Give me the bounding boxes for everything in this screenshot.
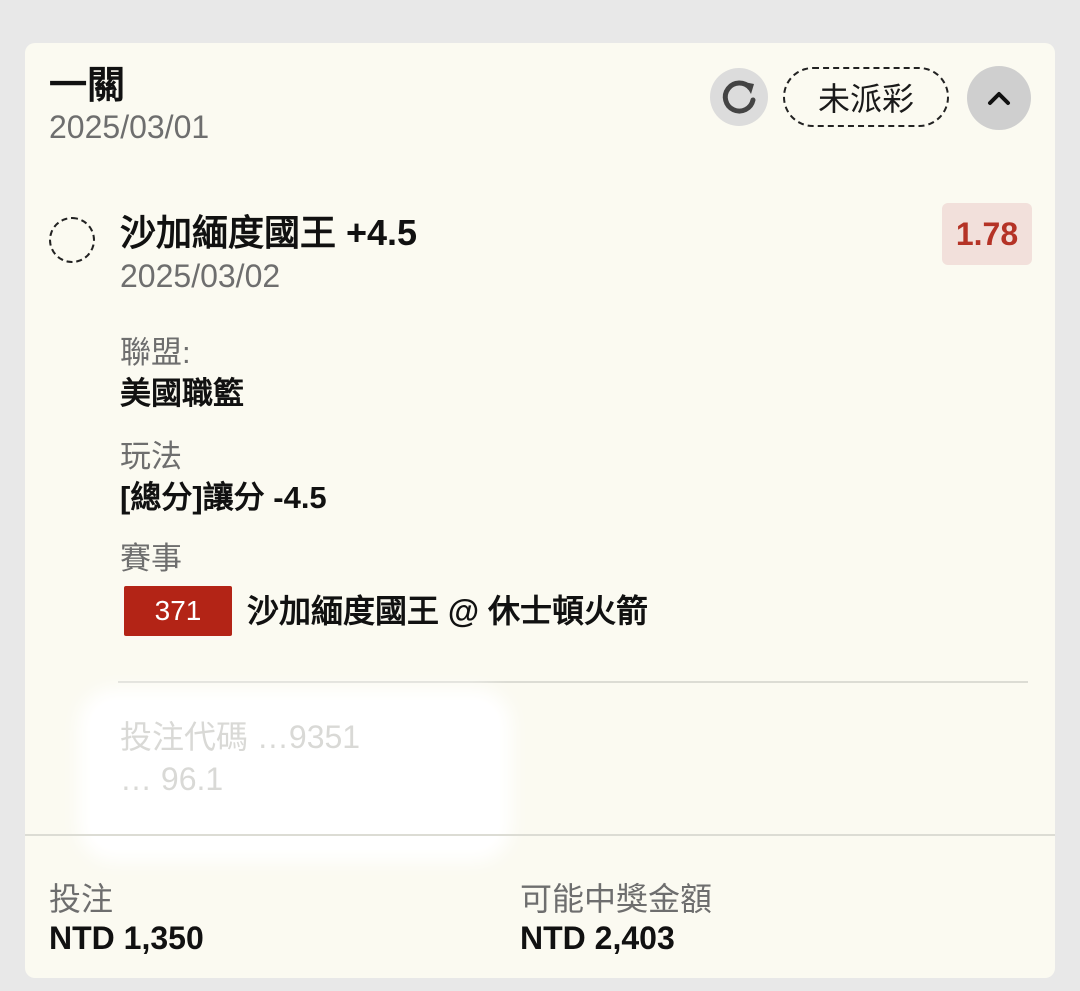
bet-type-title: 一關 <box>49 65 126 107</box>
selection-status-circle <box>49 217 95 263</box>
match-number-badge: 371 <box>124 586 232 636</box>
odds-badge: 1.78 <box>942 203 1032 265</box>
play-value: [總分]讓分 -4.5 <box>120 480 327 515</box>
selection-name: 沙加緬度國王 +4.5 <box>120 212 418 253</box>
event-label: 賽事 <box>120 541 182 576</box>
redacted-info: 投注代碼 …9351 … 96.1 <box>90 700 500 850</box>
league-label: 聯盟: <box>120 335 191 370</box>
bet-slip-card: 一關 2025/03/01 未派彩 沙加緬度國王 +4.5 2025/03/02… <box>25 43 1055 978</box>
stake-value: NTD 1,350 <box>49 920 204 956</box>
redacted-line-1: 投注代碼 …9351 <box>120 719 361 755</box>
payout-label: 可能中獎金額 <box>520 881 713 917</box>
collapse-button[interactable] <box>967 66 1031 130</box>
refresh-button[interactable] <box>710 68 768 126</box>
redacted-line-2: … 96.1 <box>120 761 224 797</box>
match-name: 沙加緬度國王 @ 休士頓火箭 <box>247 593 648 629</box>
footer-divider <box>25 834 1055 836</box>
payout-value: NTD 2,403 <box>520 920 675 956</box>
play-label: 玩法 <box>120 439 182 474</box>
status-badge: 未派彩 <box>783 67 949 127</box>
stake-label: 投注 <box>49 881 114 917</box>
chevron-up-icon <box>988 92 1010 105</box>
section-divider <box>118 681 1028 683</box>
refresh-icon <box>722 80 756 114</box>
bet-date: 2025/03/01 <box>49 109 210 145</box>
selection-date: 2025/03/02 <box>120 258 281 294</box>
league-value: 美國職籃 <box>120 376 244 411</box>
